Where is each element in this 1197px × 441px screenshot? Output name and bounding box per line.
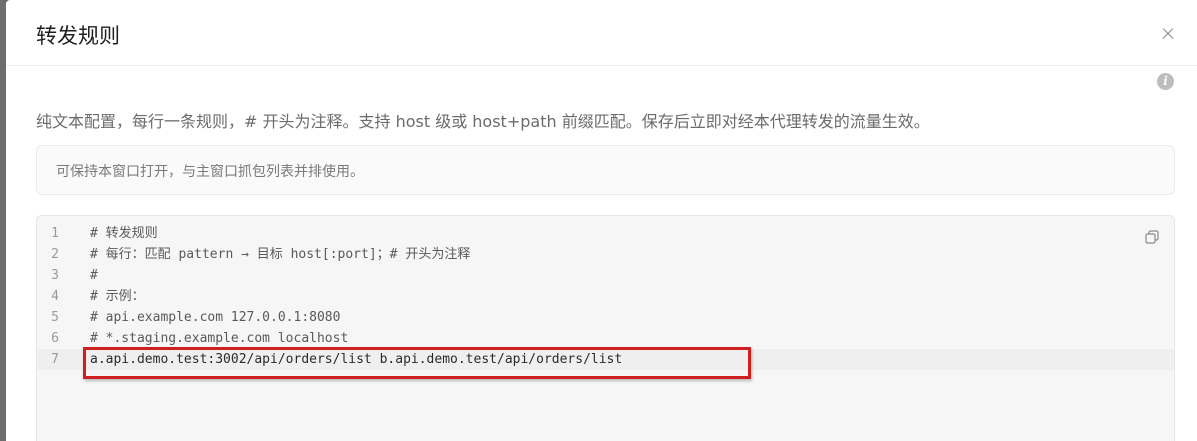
code-line-active[interactable]: 7 a.api.demo.test:3002/api/orders/list b… — [37, 349, 1174, 370]
line-number: 4 — [51, 289, 59, 304]
line-number: 1 — [51, 226, 59, 241]
line-text: # api.example.com 127.0.0.1:8080 — [90, 310, 341, 325]
code-line[interactable]: 5 # api.example.com 127.0.0.1:8080 — [37, 307, 1174, 328]
line-number: 7 — [51, 352, 59, 367]
line-number: 6 — [51, 331, 59, 346]
info-icon[interactable]: i — [1157, 73, 1174, 90]
dialog-title: 转发规则 — [36, 24, 120, 48]
dialog-description: 纯文本配置，每行一条规则，# 开头为注释。支持 host 级或 host+pat… — [36, 112, 930, 131]
forwarding-rules-dialog: 转发规则 i 纯文本配置，每行一条规则，# 开头为注释。支持 host 级或 h… — [6, 0, 1197, 441]
rules-editor[interactable]: 1 # 转发规则 2 # 每行：匹配 pattern → 目标 host[:po… — [36, 215, 1175, 441]
notice-text: 可保持本窗口打开，与主窗口抓包列表并排使用。 — [56, 164, 364, 180]
line-text: # 示例： — [90, 289, 145, 304]
code-line[interactable]: 3 # — [37, 265, 1174, 286]
code-line[interactable]: 6 # *.staging.example.com localhost — [37, 328, 1174, 349]
code-line[interactable]: 4 # 示例： — [37, 286, 1174, 307]
line-text: # 每行：匹配 pattern → 目标 host[:port]；# 开头为注释 — [90, 247, 471, 262]
line-number: 3 — [51, 268, 59, 283]
dialog-header: 转发规则 — [6, 0, 1197, 66]
code-line[interactable]: 2 # 每行：匹配 pattern → 目标 host[:port]；# 开头为… — [37, 244, 1174, 265]
line-text: # *.staging.example.com localhost — [90, 331, 349, 346]
close-icon[interactable] — [1158, 24, 1178, 44]
notice-box: 可保持本窗口打开，与主窗口抓包列表并排使用。 — [36, 145, 1175, 195]
line-text: # 转发规则 — [90, 226, 158, 241]
line-number: 5 — [51, 310, 59, 325]
line-text: a.api.demo.test:3002/api/orders/list b.a… — [90, 352, 623, 367]
line-text: # — [90, 268, 98, 283]
code-line[interactable]: 1 # 转发规则 — [37, 223, 1174, 244]
line-number: 2 — [51, 247, 59, 262]
